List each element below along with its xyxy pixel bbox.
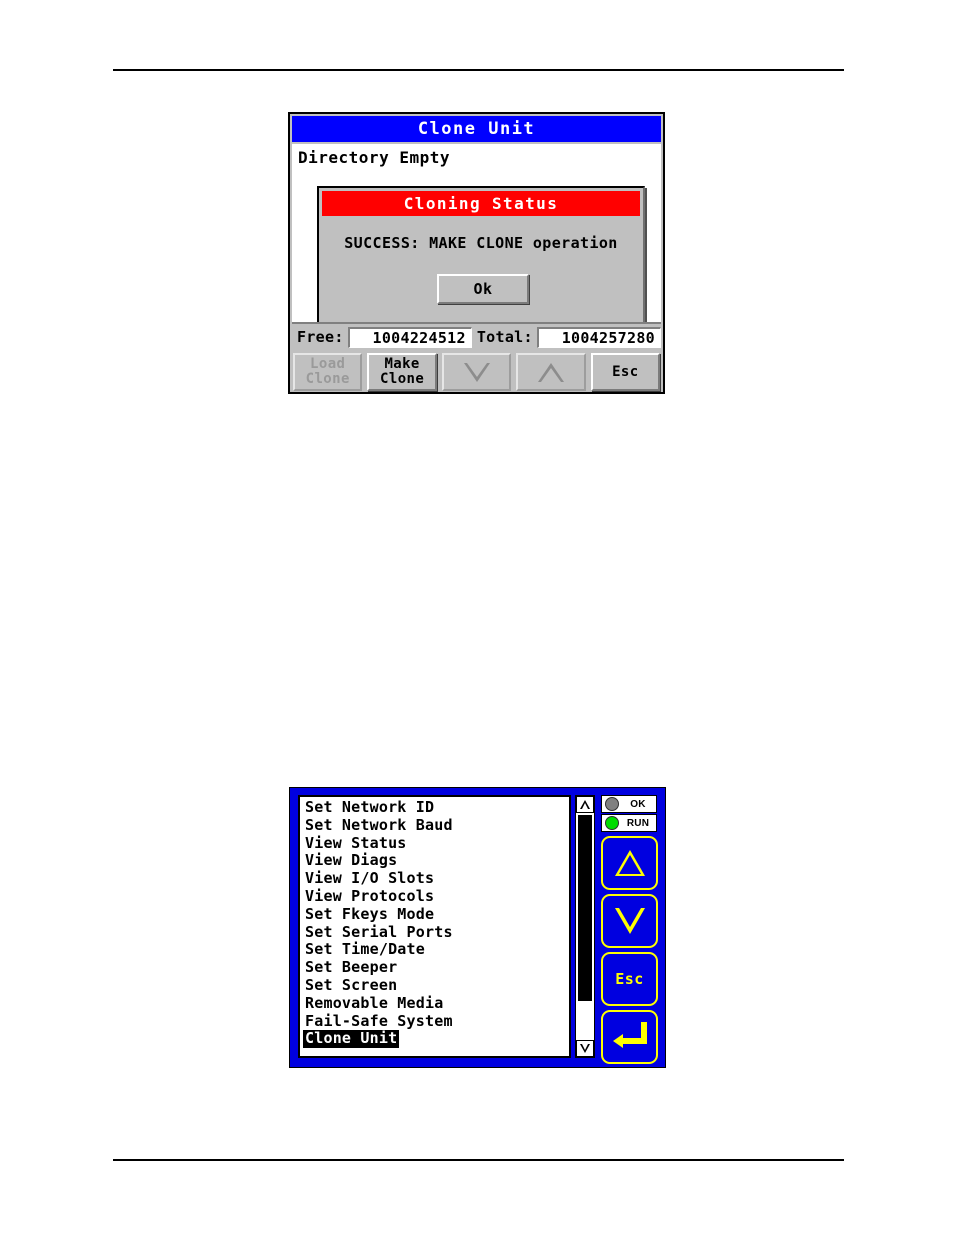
free-value: 1004224512 <box>347 326 472 348</box>
footer-rule <box>113 1159 844 1161</box>
load-clone-label-line1: Load <box>310 356 346 372</box>
load-clone-button[interactable]: Load Clone <box>293 353 363 391</box>
menu-item-label: Set Network ID <box>305 798 435 816</box>
directory-empty-text: Directory Empty <box>298 148 450 167</box>
list-item[interactable]: Set Network ID <box>303 798 569 817</box>
header-rule <box>113 69 844 71</box>
menu-list[interactable]: Set Network ID Set Network Baud View Sta… <box>298 795 571 1058</box>
list-item[interactable]: View Diags <box>303 852 569 870</box>
clone-unit-panel: Clone Unit Directory Empty Cloning Statu… <box>288 112 665 394</box>
list-item[interactable]: View I/O Slots <box>303 869 569 888</box>
scrollbar-thumb[interactable] <box>578 815 592 1001</box>
storage-status-strip: Free: 1004224512 Total: 1004257280 <box>292 324 661 350</box>
free-label: Free: <box>297 328 344 346</box>
clone-directory-list[interactable]: Directory Empty Cloning Status SUCCESS: … <box>292 144 661 324</box>
load-clone-label-line2: Clone <box>305 371 350 387</box>
cloning-status-dialog: Cloning Status SUCCESS: MAKE CLONE opera… <box>317 186 645 322</box>
dialog-title-bar: Cloning Status <box>322 191 640 216</box>
menu-item-label: Removable Media <box>305 993 444 1012</box>
menu-item-label: View Protocols <box>305 886 435 905</box>
list-item[interactable]: Set Network Baud <box>303 815 569 835</box>
scroll-down-button[interactable] <box>441 353 512 391</box>
list-item[interactable]: Set Serial Ports <box>303 922 569 942</box>
menu-item-label: Set Time/Date <box>305 940 425 959</box>
status-led-run: RUN <box>601 814 657 832</box>
keypad-up-button[interactable] <box>601 836 658 890</box>
esc-label: Esc <box>612 363 639 380</box>
esc-button[interactable]: Esc <box>590 353 661 391</box>
menu-item-label: Set Fkeys Mode <box>305 904 435 923</box>
menu-item-label: Set Serial Ports <box>305 922 453 941</box>
panel-button-bar: Load Clone Make Clone Esc <box>293 353 661 391</box>
panel-title-bar: Clone Unit <box>292 116 661 142</box>
list-item[interactable]: Removable Media <box>303 993 569 1013</box>
make-clone-button[interactable]: Make Clone <box>367 353 437 391</box>
make-clone-label-line2: Clone <box>380 371 425 387</box>
list-item[interactable]: View Protocols <box>303 886 569 906</box>
dialog-title: Cloning Status <box>403 194 559 213</box>
triangle-down-icon <box>614 908 645 934</box>
keypad-esc-button[interactable]: Esc <box>601 952 658 1006</box>
triangle-up-icon <box>537 362 564 382</box>
menu-item-label: Fail-Safe System <box>305 1011 453 1030</box>
keypad-down-button[interactable] <box>601 894 658 948</box>
menu-item-label: View Status <box>305 833 407 852</box>
scrollbar[interactable] <box>575 795 595 1058</box>
device-menu-screen: Set Network ID Set Network Baud View Sta… <box>289 787 666 1068</box>
list-item[interactable]: Set Fkeys Mode <box>303 904 569 924</box>
chevron-up-icon <box>580 800 590 809</box>
list-item-selected[interactable]: Clone Unit <box>303 1029 569 1049</box>
menu-item-label: View Diags <box>305 851 398 870</box>
scrollbar-up-button[interactable] <box>576 796 594 813</box>
led-run-label: RUN <box>626 817 650 829</box>
enter-arrow-icon <box>612 1022 647 1052</box>
list-item[interactable]: Set Beeper <box>303 958 569 977</box>
panel-title: Clone Unit <box>417 119 536 139</box>
list-item[interactable]: Set Screen <box>303 975 569 995</box>
menu-item-label: Set Beeper <box>305 958 398 977</box>
status-led-ok: OK <box>601 795 657 813</box>
menu-item-label: Clone Unit <box>303 1029 400 1049</box>
total-label: Total: <box>476 328 533 346</box>
list-item[interactable]: Set Time/Date <box>303 941 569 959</box>
list-item[interactable]: View Status <box>303 833 569 853</box>
triangle-up-icon <box>614 850 645 876</box>
menu-item-label: Set Screen <box>305 975 398 994</box>
scrollbar-down-button[interactable] <box>576 1040 594 1057</box>
total-value: 1004257280 <box>536 326 661 348</box>
led-run-indicator-icon <box>605 816 619 830</box>
triangle-down-icon <box>463 362 490 382</box>
keypad-enter-button[interactable] <box>601 1010 658 1064</box>
dialog-message: SUCCESS: MAKE CLONE operation <box>344 234 618 252</box>
led-ok-label: OK <box>630 798 646 810</box>
list-item[interactable]: Fail-Safe System <box>303 1011 569 1031</box>
menu-item-label: View I/O Slots <box>305 869 435 888</box>
led-ok-indicator-icon <box>605 797 619 811</box>
ok-button[interactable]: Ok <box>437 274 529 304</box>
menu-item-label: Set Network Baud <box>305 815 453 834</box>
make-clone-label-line1: Make <box>384 356 420 372</box>
scroll-up-button[interactable] <box>516 353 586 391</box>
chevron-down-icon <box>580 1044 590 1053</box>
keypad-esc-label: Esc <box>615 970 644 988</box>
